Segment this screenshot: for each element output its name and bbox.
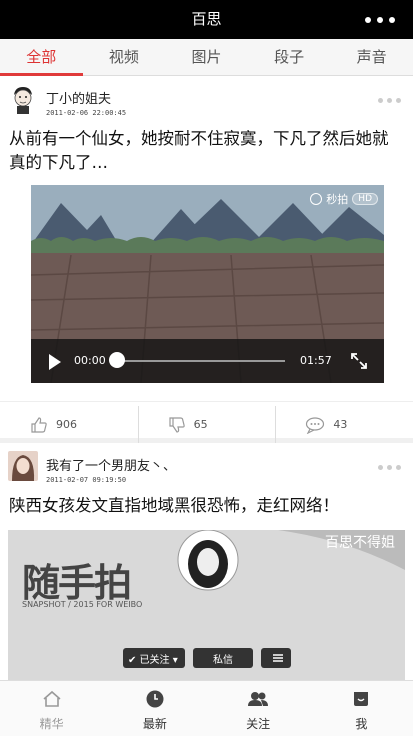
clock-icon: [146, 690, 164, 708]
video-watermark: 秒拍 HD: [310, 191, 378, 207]
app: 百思 全部 视频 图片 段子 声音 丁小的姐夫 2011-02-06 22:00…: [0, 0, 413, 736]
tab-sound[interactable]: 声音: [330, 39, 413, 75]
post-card: 丁小的姐夫 2011-02-06 22:00:45 从前有一个仙女，她按耐不住寂…: [0, 76, 413, 443]
feed[interactable]: 丁小的姐夫 2011-02-06 22:00:45 从前有一个仙女，她按耐不住寂…: [0, 76, 413, 680]
post-header: 我有了一个男朋友丶、 2011-02-07 09:19:50: [0, 443, 413, 487]
video-controls: 00:00 01:57: [31, 339, 384, 383]
dislike-count: 65: [193, 418, 208, 431]
tab-joke[interactable]: 段子: [248, 39, 331, 75]
post-more-icon[interactable]: [378, 98, 401, 103]
progress-track[interactable]: [117, 360, 285, 362]
duration: 01:57: [300, 354, 332, 367]
tab-all[interactable]: 全部: [0, 39, 83, 76]
post-text: 从前有一个仙女，她按耐不住寂寞，下凡了然后她就真的下凡了…: [9, 129, 389, 172]
camera-icon: [310, 193, 323, 205]
comment-button[interactable]: 43: [275, 402, 413, 447]
image-follow-button: ✔ 已关注 ▾: [128, 655, 178, 666]
like-button[interactable]: 906: [0, 402, 138, 447]
more-icon[interactable]: [365, 0, 395, 39]
title-bar: 百思: [0, 0, 413, 39]
current-time: 00:00: [74, 354, 106, 367]
thumbs-down-icon: [169, 416, 185, 433]
nav-label: 关注: [246, 717, 271, 731]
like-count: 906: [56, 418, 77, 431]
home-icon: [43, 690, 61, 707]
username[interactable]: 我有了一个男朋友丶、: [46, 455, 176, 474]
thumbs-up-icon: [31, 416, 47, 433]
post-more-icon[interactable]: [378, 465, 401, 470]
category-tabs: 全部 视频 图片 段子 声音: [0, 39, 413, 76]
nav-label: 我: [355, 717, 368, 731]
post-header: 丁小的姐夫 2011-02-06 22:00:45: [0, 76, 413, 120]
app-title: 百思: [191, 10, 222, 28]
people-icon: [248, 692, 269, 706]
nav-label: 精华: [39, 717, 64, 731]
bottom-nav: 精华 最新 关注 我: [0, 680, 413, 736]
nav-essence[interactable]: 精华: [0, 681, 103, 736]
comment-count: 43: [333, 418, 348, 431]
tab-picture[interactable]: 图片: [165, 39, 248, 75]
fullscreen-icon[interactable]: [350, 352, 368, 370]
nav-me[interactable]: 我: [310, 681, 413, 736]
tab-video[interactable]: 视频: [83, 39, 166, 75]
image-logo: 随手拍: [22, 561, 132, 605]
username[interactable]: 丁小的姐夫: [46, 88, 111, 107]
play-icon[interactable]: [49, 354, 61, 370]
post-time: 2011-02-07 09:19:50: [46, 476, 127, 484]
avatar[interactable]: [8, 84, 38, 114]
video-player[interactable]: 秒拍 HD 00:00 01:57: [31, 185, 384, 383]
nav-latest[interactable]: 最新: [103, 681, 206, 736]
hd-badge: HD: [352, 193, 378, 205]
image-logo-sub: SNAPSHOT / 2015 FOR WEIBO: [22, 600, 143, 609]
progress-knob[interactable]: [109, 352, 125, 368]
nav-follow[interactable]: 关注: [207, 681, 310, 736]
post-actions: 906 65 43: [0, 401, 413, 447]
post-card: 我有了一个男朋友丶、 2011-02-07 09:19:50 陕西女孩发文直指地…: [0, 443, 413, 680]
comment-icon: [306, 416, 325, 434]
video-brand: 秒拍: [326, 193, 349, 206]
image-message-button: 私信: [213, 655, 233, 666]
profile-icon: [354, 692, 369, 706]
post-image[interactable]: 百思不得姐 随手拍 SNAPSHOT / 2015 FOR WEIBO ✔ 已关…: [8, 530, 405, 680]
avatar[interactable]: [8, 451, 38, 481]
post-time: 2011-02-06 22:00:45: [46, 109, 127, 117]
dislike-button[interactable]: 65: [137, 402, 276, 447]
nav-label: 最新: [142, 717, 167, 731]
post-text: 陕西女孩发文直指地域黑很恐怖，走红网络！: [9, 496, 339, 515]
image-watermark: 百思不得姐: [325, 535, 395, 551]
